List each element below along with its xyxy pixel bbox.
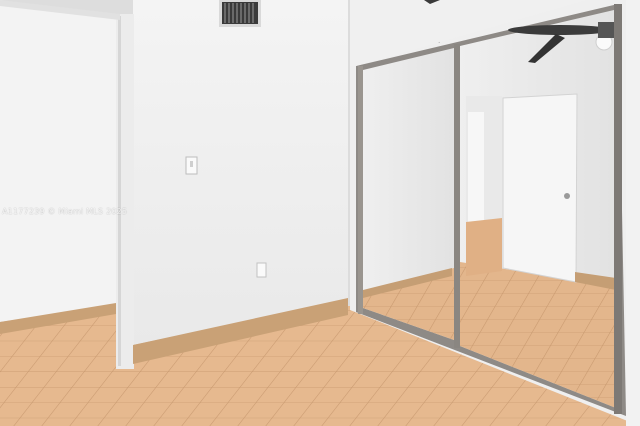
doorway-opening [0, 0, 118, 322]
room-photo: A1177239 © Miami MLS 2025 [0, 0, 640, 426]
right-wall-edge [626, 0, 640, 426]
wall-main [120, 0, 350, 345]
wall-outlet [256, 262, 267, 278]
reflected-door [502, 93, 578, 283]
photo-watermark: A1177239 © Miami MLS 2025 [2, 207, 128, 216]
